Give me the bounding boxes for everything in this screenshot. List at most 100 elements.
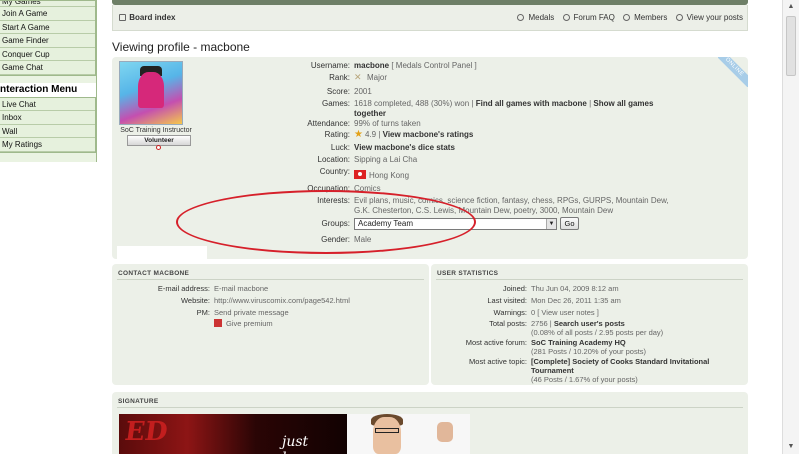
gender-value: Male xyxy=(354,235,372,244)
blank-area xyxy=(117,246,207,260)
country-value: Hong Kong xyxy=(369,171,410,180)
interests-value: Evil plans, music, comics, science ficti… xyxy=(354,196,669,215)
online-badge: ONLINE xyxy=(718,57,748,87)
active-topic-link[interactable]: [Complete] Society of Cooks Standard Inv… xyxy=(531,357,709,375)
joined-value: Thu Jun 04, 2009 8:12 am xyxy=(531,284,619,293)
contact-title: CONTACT MACBONE xyxy=(118,270,190,277)
stats-title: USER STATISTICS xyxy=(437,270,499,277)
signature-image-left: ED just because xyxy=(119,414,347,454)
find-all-games-link[interactable]: Find all games with macbone xyxy=(476,99,587,108)
attendance-label: Attendance: xyxy=(307,119,350,128)
country-label: Country: xyxy=(319,167,350,176)
games-separator: | xyxy=(589,99,592,108)
medals-control-panel-link[interactable]: [ Medals Control Panel ] xyxy=(391,61,476,70)
sidebar-item-live-chat[interactable]: Live Chat xyxy=(0,97,95,111)
glasses-icon xyxy=(375,428,399,433)
sidebar-item-game-chat[interactable]: Game Chat xyxy=(0,61,95,75)
sidebar-item-conquer-cup[interactable]: Conquer Cup xyxy=(0,47,95,61)
pm-label: PM: xyxy=(196,308,210,317)
username-value[interactable]: macbone xyxy=(354,61,389,70)
location-label: Location: xyxy=(317,155,350,164)
contact-panel: CONTACT MACBONE E-mail address: E-mail m… xyxy=(112,264,429,385)
active-forum-link[interactable]: SoC Training Academy HQ xyxy=(531,338,626,347)
interaction-menu: Live Chat Inbox Wall My Ratings xyxy=(0,96,96,153)
luck-label: Luck: xyxy=(330,143,350,152)
total-posts-value: 2756 | xyxy=(531,319,552,328)
scroll-up-icon[interactable]: ▲ xyxy=(783,0,799,14)
website-link[interactable]: http://www.viruscomix.com/page542.html xyxy=(214,296,424,305)
medals-link[interactable]: Medals xyxy=(514,13,554,22)
total-posts-label: Total posts: xyxy=(489,319,527,328)
joined-label: Joined: xyxy=(502,284,527,293)
groups-select[interactable]: Academy Team ▼ xyxy=(354,218,557,230)
forum-faq-link[interactable]: Forum FAQ xyxy=(560,13,615,22)
forum-subtext: (281 Posts / 10.20% of your posts) xyxy=(531,347,647,356)
scroll-down-icon[interactable]: ▼ xyxy=(783,440,799,454)
vertical-scrollbar[interactable]: ▲ ▼ xyxy=(782,0,799,454)
send-pm-link[interactable]: Send private message xyxy=(214,308,424,317)
view-your-posts-link[interactable]: View your posts xyxy=(673,13,743,22)
user-icon xyxy=(675,14,683,21)
forum-faq-label: Forum FAQ xyxy=(573,13,615,22)
last-visited-label: Last visited: xyxy=(487,296,527,305)
sidebar-item-inbox[interactable]: Inbox xyxy=(0,111,95,125)
help-icon xyxy=(562,14,570,21)
members-link[interactable]: Members xyxy=(620,13,667,22)
occupation-value: Comics xyxy=(354,184,381,193)
signature-image-text: ED xyxy=(122,417,170,447)
location-value: Sipping a Lai Cha xyxy=(354,155,418,164)
rank-label: Rank: xyxy=(329,73,350,82)
give-premium-link[interactable]: Give premium xyxy=(226,319,273,328)
members-label: Members xyxy=(634,13,668,22)
signature-panel: SIGNATURE ED just because xyxy=(112,392,748,454)
search-posts-link[interactable]: Search user's posts xyxy=(554,319,625,328)
interests-label: Interests: xyxy=(317,196,350,205)
signature-image-right xyxy=(347,414,470,454)
hong-kong-flag-icon xyxy=(354,170,366,179)
board-index-link[interactable]: Board index xyxy=(119,13,175,22)
gender-label: Gender: xyxy=(321,235,350,244)
sidebar-item-join-a-game[interactable]: Join A Game xyxy=(0,7,95,21)
user-statistics-panel: USER STATISTICS Joined: Thu Jun 04, 2009… xyxy=(431,264,748,385)
email-label: E-mail address: xyxy=(157,284,210,293)
warnings-value[interactable]: 0 [ View user notes ] xyxy=(531,308,746,317)
interaction-menu-title: nteraction Menu xyxy=(0,82,96,97)
face-shape xyxy=(373,417,401,454)
forum-navbar: Board index Medals Forum FAQ Members Vie… xyxy=(112,5,748,31)
sidebar-item-wall[interactable]: Wall xyxy=(0,124,95,138)
dice-stats-link[interactable]: View macbone's dice stats xyxy=(354,143,455,152)
go-button[interactable]: Go xyxy=(560,217,579,230)
scroll-thumb[interactable] xyxy=(786,16,796,76)
attendance-value: 99% of turns taken xyxy=(354,119,421,128)
profile-panel: SoC Training Instructor Volunteer ONLINE… xyxy=(112,57,748,260)
rank-value: Major xyxy=(367,73,388,82)
username-label: Username: xyxy=(310,61,350,70)
fist-shape xyxy=(437,422,453,442)
signature-title: SIGNATURE xyxy=(118,398,159,405)
groups-label: Groups: xyxy=(321,219,350,228)
signature-image-caption: just because xyxy=(282,434,340,454)
rank-icon: ✕ xyxy=(354,72,362,82)
view-ratings-link[interactable]: View macbone's ratings xyxy=(383,130,474,139)
navbar-links: Medals Forum FAQ Members View your posts xyxy=(511,13,743,22)
divider xyxy=(436,279,743,280)
medal-icon xyxy=(517,14,525,21)
active-forum-label: Most active forum: xyxy=(465,338,527,347)
sidebar-item-game-finder[interactable]: Game Finder xyxy=(0,34,95,48)
email-link[interactable]: E-mail macbone xyxy=(214,284,424,293)
active-topic-label: Most active topic: xyxy=(469,357,527,366)
star-icon: ★ xyxy=(354,129,363,140)
sidebar-item-start-a-game[interactable]: Start A Game xyxy=(0,20,95,34)
view-your-posts-label: View your posts xyxy=(686,13,743,22)
chevron-down-icon[interactable]: ▼ xyxy=(546,219,556,229)
divider xyxy=(117,407,743,408)
members-icon xyxy=(623,14,631,21)
left-sidebar: My Games Join A Game Start A Game Game F… xyxy=(0,0,97,162)
groups-selected-value: Academy Team xyxy=(358,219,413,228)
topic-subtext: (46 Posts / 1.67% of your posts) xyxy=(531,375,638,384)
warnings-label: Warnings: xyxy=(493,308,527,317)
divider xyxy=(117,279,424,280)
games-menu: My Games Join A Game Start A Game Game F… xyxy=(0,0,96,76)
gift-icon xyxy=(214,319,222,327)
sidebar-item-my-ratings[interactable]: My Ratings xyxy=(0,138,95,152)
